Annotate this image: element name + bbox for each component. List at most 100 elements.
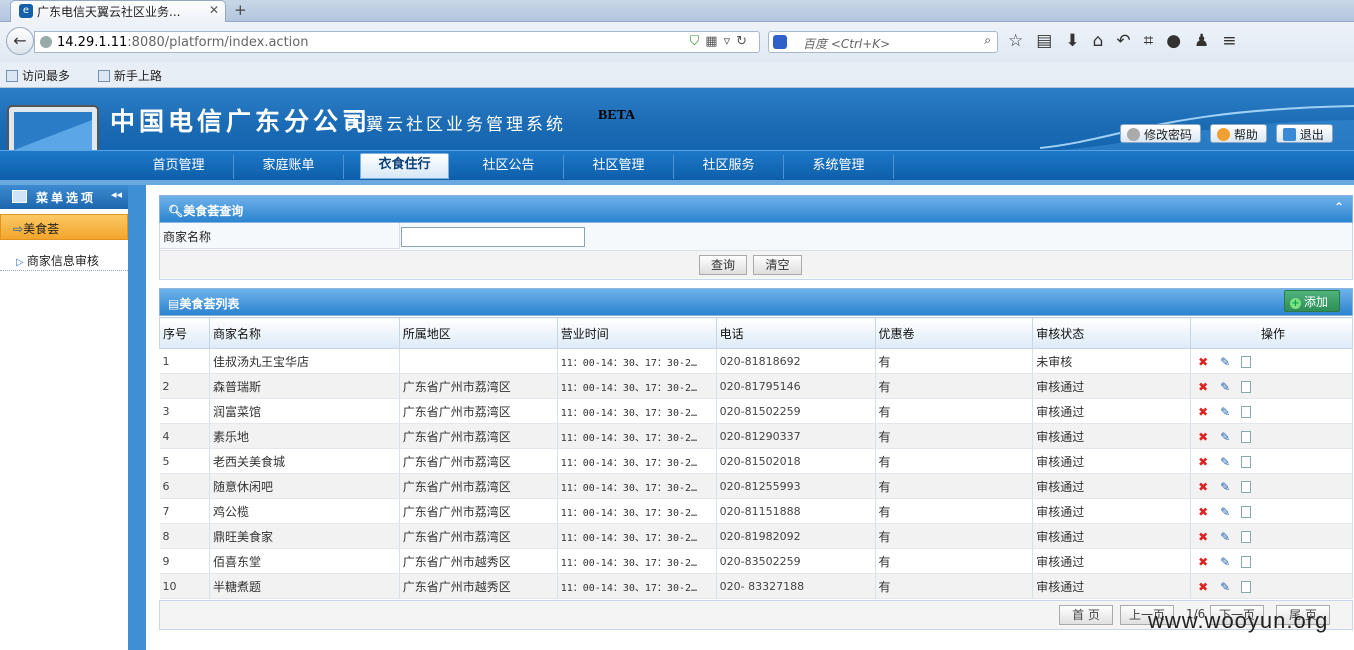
help-button[interactable]: 帮助	[1209, 124, 1267, 143]
cell-merchant-name: 老西关美食城	[209, 448, 400, 474]
nav-community-service[interactable]: 社区服务	[674, 155, 784, 179]
document-icon[interactable]	[1241, 555, 1252, 568]
dropdown-icon[interactable]: ▿	[724, 34, 737, 49]
delete-icon[interactable]: ✖	[1197, 556, 1209, 568]
edit-icon[interactable]: ✎	[1219, 406, 1231, 418]
back-button[interactable]: ←	[6, 27, 34, 55]
sidebar-item-merchant-review[interactable]: ▷ 商家信息审核	[0, 249, 128, 271]
logout-button[interactable]: 退出	[1275, 124, 1333, 143]
browser-tab[interactable]: e 广东电信天翼云社区业务... ✕	[10, 0, 226, 22]
edit-icon[interactable]: ✎	[1219, 356, 1231, 368]
nav-home-management[interactable]: 首页管理	[124, 155, 234, 179]
bookmark-star-icon[interactable]: ☆	[1008, 31, 1036, 51]
menu-icon[interactable]: ≡	[1222, 31, 1249, 51]
document-icon[interactable]	[1241, 380, 1252, 393]
nav-system-management[interactable]: 系统管理	[784, 155, 894, 179]
cell-business-hours: 11：00-14：30、17：30-2…	[557, 398, 717, 424]
collapse-up-icon[interactable]: ⌃	[1334, 200, 1344, 214]
table-row[interactable]: 3 润富菜馆 广东省广州市荔湾区 11：00-14：30、17：30-2… 020-81…	[159, 398, 1353, 424]
col-header-region[interactable]: 所属地区	[398, 317, 558, 349]
nav-community-notice[interactable]: 社区公告	[454, 155, 564, 179]
qr-code-icon[interactable]: ▦	[705, 34, 723, 49]
chat-icon[interactable]: ●	[1166, 31, 1194, 51]
col-header-review-status[interactable]: 审核状态	[1032, 317, 1192, 349]
table-row[interactable]: 8 鼎旺美食家 广东省广州市荔湾区 11：00-14：30、17：30-2… 020-8…	[159, 523, 1353, 549]
table-row[interactable]: 4 素乐地 广东省广州市荔湾区 11：00-14：30、17：30-2… 020-812…	[159, 423, 1353, 449]
document-icon[interactable]	[1241, 355, 1252, 368]
cell-region: 广东省广州市荔湾区	[399, 523, 558, 549]
delete-icon[interactable]: ✖	[1197, 581, 1209, 593]
delete-icon[interactable]: ✖	[1197, 531, 1209, 543]
table-row[interactable]: 2 森普瑞斯 广东省广州市荔湾区 11：00-14：30、17：30-2… 020-81…	[159, 373, 1353, 399]
cell-review-status: 审核通过	[1032, 548, 1192, 574]
home-icon[interactable]: ⌂	[1093, 31, 1117, 51]
merchant-name-input[interactable]	[401, 227, 585, 247]
reload-icon[interactable]: ↻	[736, 34, 753, 49]
list-panel-header: ▤美食荟列表	[159, 288, 1353, 316]
nav-living[interactable]: 衣食住行	[360, 153, 449, 179]
close-tab-icon[interactable]: ✕	[209, 3, 219, 17]
bookmark-getting-started[interactable]: 新手上路	[97, 69, 174, 83]
delete-icon[interactable]: ✖	[1197, 406, 1209, 418]
nav-family-bill[interactable]: 家庭账单	[234, 155, 344, 179]
cell-coupon: 有	[875, 398, 1034, 424]
search-box[interactable]: 百度 <Ctrl+K> ⌕	[768, 31, 998, 53]
change-password-button[interactable]: 修改密码	[1120, 124, 1202, 143]
crop-icon[interactable]: ⌗	[1144, 31, 1167, 51]
col-header-business-hours[interactable]: 营业时间	[556, 317, 717, 349]
delete-icon[interactable]: ✖	[1197, 456, 1209, 468]
edit-icon[interactable]: ✎	[1219, 456, 1231, 468]
delete-icon[interactable]: ✖	[1197, 506, 1209, 518]
table-row[interactable]: 10 半糖煮题 广东省广州市越秀区 11：00-14：30、17：30-2… 020- …	[159, 573, 1353, 599]
query-button[interactable]: 查询	[699, 255, 747, 275]
bookmark-most-visited[interactable]: 访问最多	[6, 69, 82, 83]
nav-community-management[interactable]: 社区管理	[564, 155, 674, 179]
shield-icon[interactable]: ⛉	[690, 34, 706, 49]
new-tab-icon[interactable]: +	[234, 1, 247, 19]
sidebar-item-food[interactable]: ⇨美食荟	[0, 214, 128, 240]
table-row[interactable]: 1 佳叔汤丸王宝华店 11：00-14：30、17：30-2… 020-8181869…	[159, 348, 1353, 374]
sidebar-splitter[interactable]	[128, 185, 146, 650]
user-icon[interactable]: ♟	[1194, 31, 1222, 51]
edit-icon[interactable]: ✎	[1219, 431, 1231, 443]
delete-icon[interactable]: ✖	[1197, 481, 1209, 493]
delete-icon[interactable]: ✖	[1197, 356, 1209, 368]
col-header-merchant-name[interactable]: 商家名称	[208, 317, 400, 349]
undo-icon[interactable]: ↶	[1116, 31, 1143, 51]
cell-business-hours: 11：00-14：30、17：30-2…	[557, 498, 717, 524]
col-header-coupon[interactable]: 优惠卷	[874, 317, 1034, 349]
edit-icon[interactable]: ✎	[1219, 381, 1231, 393]
download-icon[interactable]: ⬇	[1065, 31, 1092, 51]
col-header-index[interactable]: 序号	[159, 317, 210, 349]
delete-icon[interactable]: ✖	[1197, 381, 1209, 393]
plus-icon: +	[1290, 298, 1301, 309]
document-icon[interactable]	[1241, 580, 1252, 593]
edit-icon[interactable]: ✎	[1219, 531, 1231, 543]
delete-icon[interactable]: ✖	[1197, 431, 1209, 443]
edit-icon[interactable]: ✎	[1219, 506, 1231, 518]
add-button[interactable]: + 添加	[1284, 290, 1340, 312]
table-row[interactable]: 7 鸡公榄 广东省广州市荔湾区 11：00-14：30、17：30-2… 020-811…	[159, 498, 1353, 524]
bookmark-folder-icon	[6, 70, 18, 82]
table-row[interactable]: 6 随意休闲吧 广东省广州市荔湾区 11：00-14：30、17：30-2… 020-8…	[159, 473, 1353, 499]
document-icon[interactable]	[1241, 430, 1252, 443]
col-header-phone[interactable]: 电话	[715, 317, 876, 349]
table-row[interactable]: 5 老西关美食城 广东省广州市荔湾区 11：00-14：30、17：30-2… 020-…	[159, 448, 1353, 474]
reading-list-icon[interactable]: ▤	[1036, 31, 1065, 51]
collapse-icon[interactable]: ◂◂	[111, 188, 122, 201]
document-icon[interactable]	[1241, 480, 1252, 493]
edit-icon[interactable]: ✎	[1219, 581, 1231, 593]
search-icon[interactable]: ⌕	[984, 33, 991, 48]
document-icon[interactable]	[1241, 530, 1252, 543]
clear-button[interactable]: 清空	[753, 255, 802, 275]
cell-business-hours: 11：00-14：30、17：30-2…	[557, 448, 717, 474]
cell-region	[399, 348, 558, 374]
edit-icon[interactable]: ✎	[1219, 481, 1231, 493]
address-bar[interactable]: 14.29.1.11:8080/platform/index.action ⛉▦…	[34, 31, 760, 53]
document-icon[interactable]	[1241, 505, 1252, 518]
edit-icon[interactable]: ✎	[1219, 556, 1231, 568]
document-icon[interactable]	[1241, 455, 1252, 468]
first-page-button[interactable]: 首 页	[1059, 605, 1113, 625]
table-row[interactable]: 9 佰喜东堂 广东省广州市越秀区 11：00-14：30、17：30-2… 020-83…	[159, 548, 1353, 574]
document-icon[interactable]	[1241, 405, 1252, 418]
